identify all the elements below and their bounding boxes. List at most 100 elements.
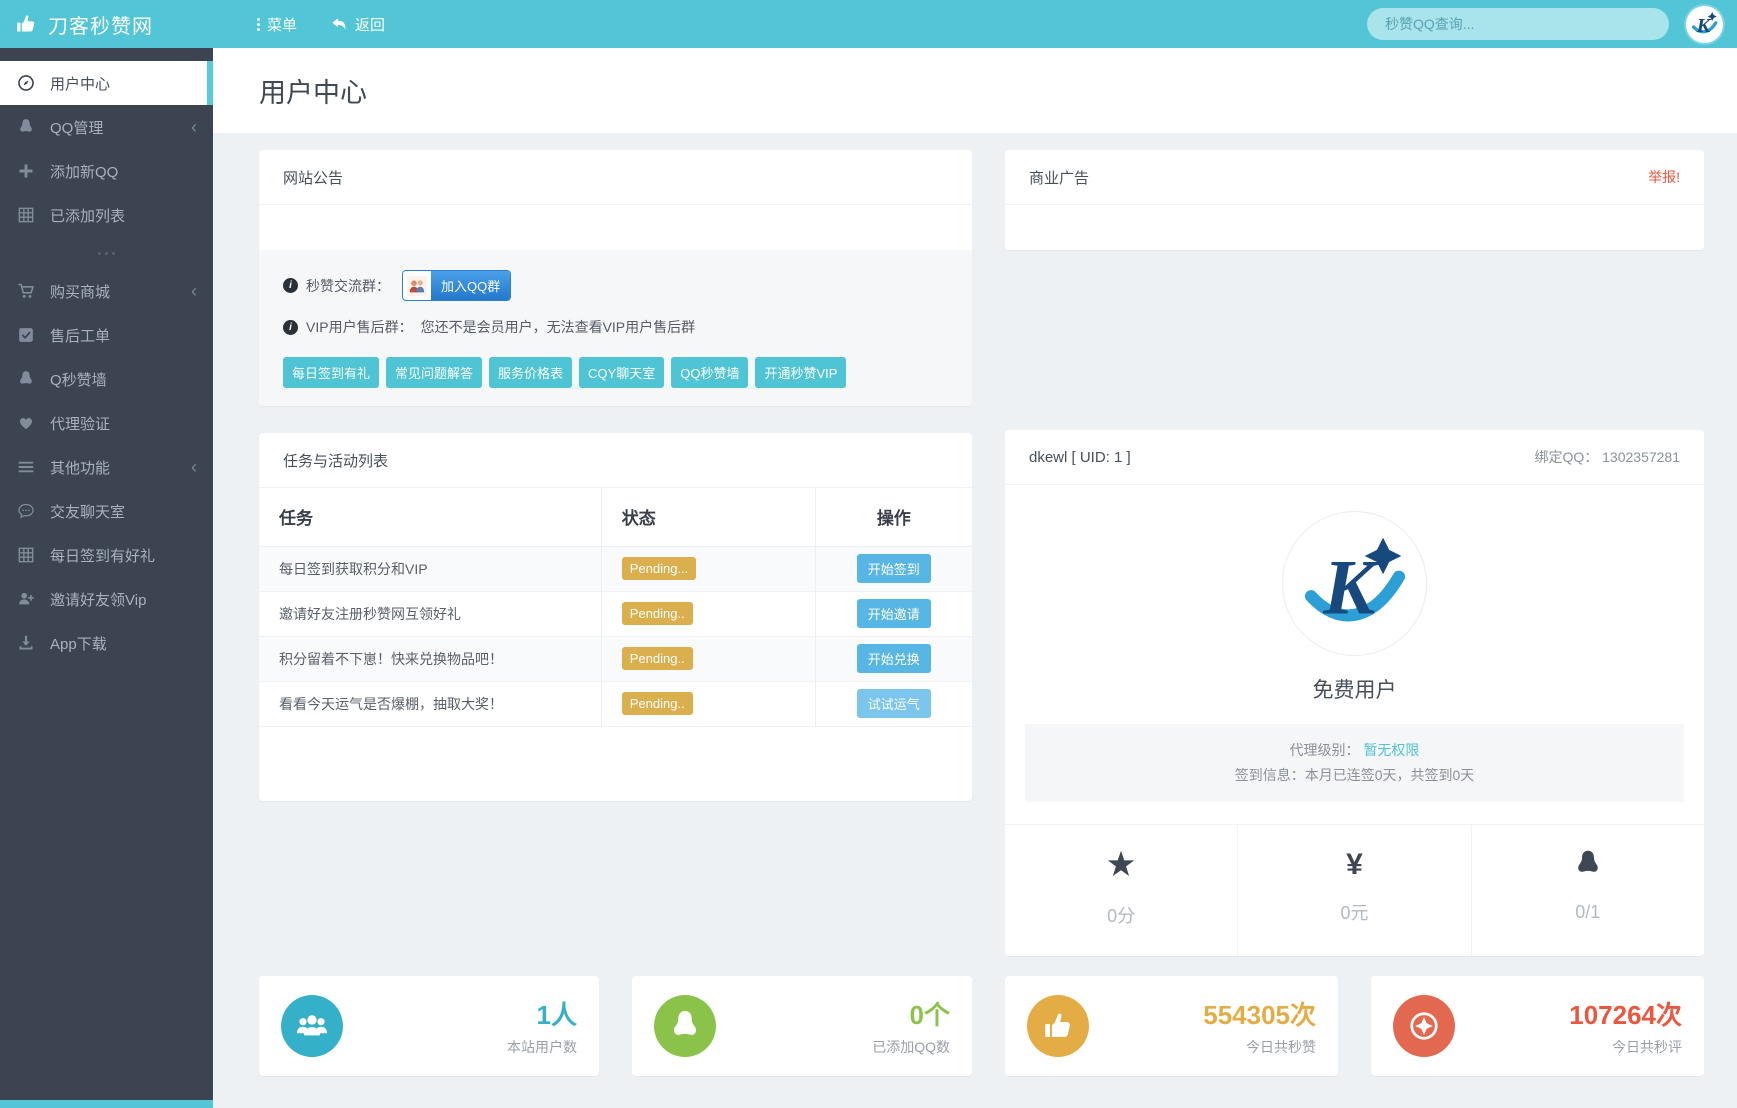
sidebar-item-agent-verify[interactable]: 代理验证 [0, 401, 213, 445]
quick-link-price-list[interactable]: 服务价格表 [489, 357, 573, 388]
task-name: 邀请好友注册秒赞网互领好礼 [259, 591, 602, 637]
task-row: 每日签到获取积分和VIP Pending... 开始签到 [259, 546, 972, 592]
sidebar-item-app-download[interactable]: App下载 [0, 621, 213, 665]
sidebar-item-added-list[interactable]: 已添加列表 [0, 193, 213, 237]
back-label: 返回 [355, 16, 386, 34]
tasks-table-header-row: 任务 状态 操作 [259, 488, 972, 547]
status-badge: Pending.. [621, 647, 693, 670]
chevron-left-icon: ‹ [191, 117, 197, 137]
back-button[interactable]: 返回 [331, 14, 385, 35]
qq-icon [654, 995, 716, 1057]
announcement-panel: 网站公告 i 秒赞交流群： 加入QQ群 i VIP用户售后群： 您还不是会员用户… [259, 150, 972, 406]
profile-header: dkewl [ UID: 1 ] 绑定QQ： 1302357281 [1005, 430, 1704, 485]
card-value: 554305次 [1203, 1000, 1316, 1030]
task-row: 邀请好友注册秒赞网互领好礼 Pending.. 开始邀请 [259, 591, 972, 637]
card-value: 1人 [536, 1000, 577, 1030]
start-invite-button[interactable]: 开始邀请 [856, 599, 931, 628]
card-label: 今日共秒赞 [1246, 1039, 1316, 1055]
right-column: 商业广告 举报! dkewl [ UID: 1 ] 绑定QQ： 13023572… [1005, 150, 1704, 956]
search-input[interactable] [1367, 8, 1669, 40]
quick-link-daily-signin[interactable]: 每日签到有礼 [283, 357, 380, 388]
comment-icon [17, 502, 35, 520]
thumb-icon [1027, 995, 1089, 1057]
sidebar-item-label: 每日签到有好礼 [50, 547, 156, 565]
try-luck-button[interactable]: 试试运气 [856, 689, 931, 718]
title-band: 用户中心 [213, 48, 1737, 133]
quick-link-like-wall[interactable]: QQ秒赞墙 [671, 357, 749, 388]
ad-body [1005, 205, 1704, 250]
sidebar-item-label: QQ管理 [50, 119, 104, 137]
qq-penguin-icon [17, 118, 35, 136]
join-qq-group-label: 加入QQ群 [431, 271, 511, 300]
sidebar-item-daily-signin[interactable]: 每日签到有好礼 [0, 533, 213, 577]
menu-button[interactable]: 菜单 [257, 14, 297, 35]
starburst-icon [1393, 995, 1455, 1057]
card-total-likes: 554305次 今日共秒赞 [1005, 976, 1338, 1076]
ad-title: 商业广告 [1029, 169, 1090, 187]
quick-link-open-vip[interactable]: 开通秒赞VIP [755, 357, 847, 388]
chevron-left-icon: ‹ [191, 281, 197, 301]
site-logo[interactable]: K [1686, 5, 1723, 43]
quick-link-chat-room[interactable]: CQY聊天室 [579, 357, 665, 388]
sidebar-item-chat-room[interactable]: 交友聊天室 [0, 489, 213, 533]
qq-group-avatar-icon [403, 271, 431, 300]
sidebar-section-divider [0, 237, 213, 269]
avatar: K [1282, 511, 1427, 656]
cart-icon [17, 282, 35, 300]
vip-label: VIP用户售后群： [306, 319, 413, 335]
sidebar-item-aftersale-ticket[interactable]: 售后工单 [0, 313, 213, 357]
report-link[interactable]: 举报! [1648, 167, 1680, 187]
profile-panel: dkewl [ UID: 1 ] 绑定QQ： 1302357281 K 免费用户… [1005, 430, 1704, 956]
sidebar-item-add-qq[interactable]: 添加新QQ [0, 149, 213, 193]
sidebar-item-qq-like-wall[interactable]: Q秒赞墙 [0, 357, 213, 401]
group-label: 秒赞交流群： [306, 277, 390, 294]
sidebar-item-label: 添加新QQ [50, 163, 119, 181]
tasks-header: 任务与活动列表 [259, 433, 972, 488]
user-plus-icon [17, 590, 35, 608]
sidebar-item-label: App下载 [50, 635, 107, 653]
start-redeem-button[interactable]: 开始兑换 [856, 644, 931, 673]
stat-points-value: 0分 [1107, 906, 1136, 926]
sidebar: 用户中心 QQ管理 ‹ 添加新QQ 已添加列表 购买商城 ‹ 售后工单 Q秒赞墙… [0, 48, 213, 1108]
sidebar-item-label: 售后工单 [50, 327, 111, 345]
sidebar-item-label: 其他功能 [50, 459, 111, 477]
sidebar-item-label: 代理验证 [50, 415, 111, 433]
quick-link-faq[interactable]: 常见问题解答 [386, 357, 483, 388]
brand[interactable]: 刀客秒赞网 [0, 10, 213, 39]
task-row: 看看今天运气是否爆棚，抽取大奖！ Pending.. 试试运气 [259, 681, 972, 727]
profile-stats-row: 0分 ¥ 0元 0/1 [1005, 824, 1704, 956]
svg-text:K: K [1695, 15, 1711, 37]
sidebar-item-invite-friends[interactable]: 邀请好友领Vip [0, 577, 213, 621]
agent-level-value[interactable]: 暂无权限 [1363, 742, 1419, 758]
col-action: 操作 [814, 488, 972, 547]
card-label: 本站用户数 [507, 1039, 577, 1055]
profile-info-box: 代理级别： 暂无权限 签到信息：本月已连签0天，共签到0天 [1025, 724, 1684, 802]
tasks-title: 任务与活动列表 [283, 452, 389, 470]
status-badge: Pending.. [621, 692, 693, 715]
ad-header: 商业广告 举报! [1005, 150, 1704, 205]
profile-bound-qq: 绑定QQ： 1302357281 [1534, 449, 1680, 465]
stat-points: 0分 [1005, 825, 1237, 956]
stat-qq-count: 0/1 [1470, 825, 1704, 956]
join-qq-group-button[interactable]: 加入QQ群 [402, 270, 512, 301]
brand-title: 刀客秒赞网 [48, 15, 153, 38]
sidebar-item-other-features[interactable]: 其他功能 ‹ [0, 445, 213, 489]
tasks-panel-filler [259, 727, 972, 801]
main-area: 用户中心 网站公告 i 秒赞交流群： 加入QQ群 i VIP用户售后群： 您还不… [213, 48, 1737, 1108]
agent-level-line: 代理级别： 暂无权限 [1035, 738, 1674, 763]
sidebar-item-label: 已添加列表 [50, 207, 126, 225]
card-value: 107264次 [1569, 1000, 1682, 1030]
check-square-icon [17, 326, 35, 344]
sidebar-item-user-center[interactable]: 用户中心 [0, 61, 213, 105]
sidebar-item-qq-manage[interactable]: QQ管理 ‹ [0, 105, 213, 149]
star-icon [1106, 849, 1136, 881]
users-icon [281, 995, 343, 1057]
ad-panel: 商业广告 举报! [1005, 150, 1704, 250]
table-icon [17, 546, 35, 564]
menu-label: 菜单 [267, 16, 298, 34]
return-arrow-icon [331, 16, 348, 33]
start-signin-button[interactable]: 开始签到 [856, 554, 931, 583]
task-row: 积分留着不下崽！快来兑换物品吧！ Pending.. 开始兑换 [259, 636, 972, 682]
sidebar-item-shop[interactable]: 购买商城 ‹ [0, 269, 213, 313]
list-icon [17, 458, 35, 476]
